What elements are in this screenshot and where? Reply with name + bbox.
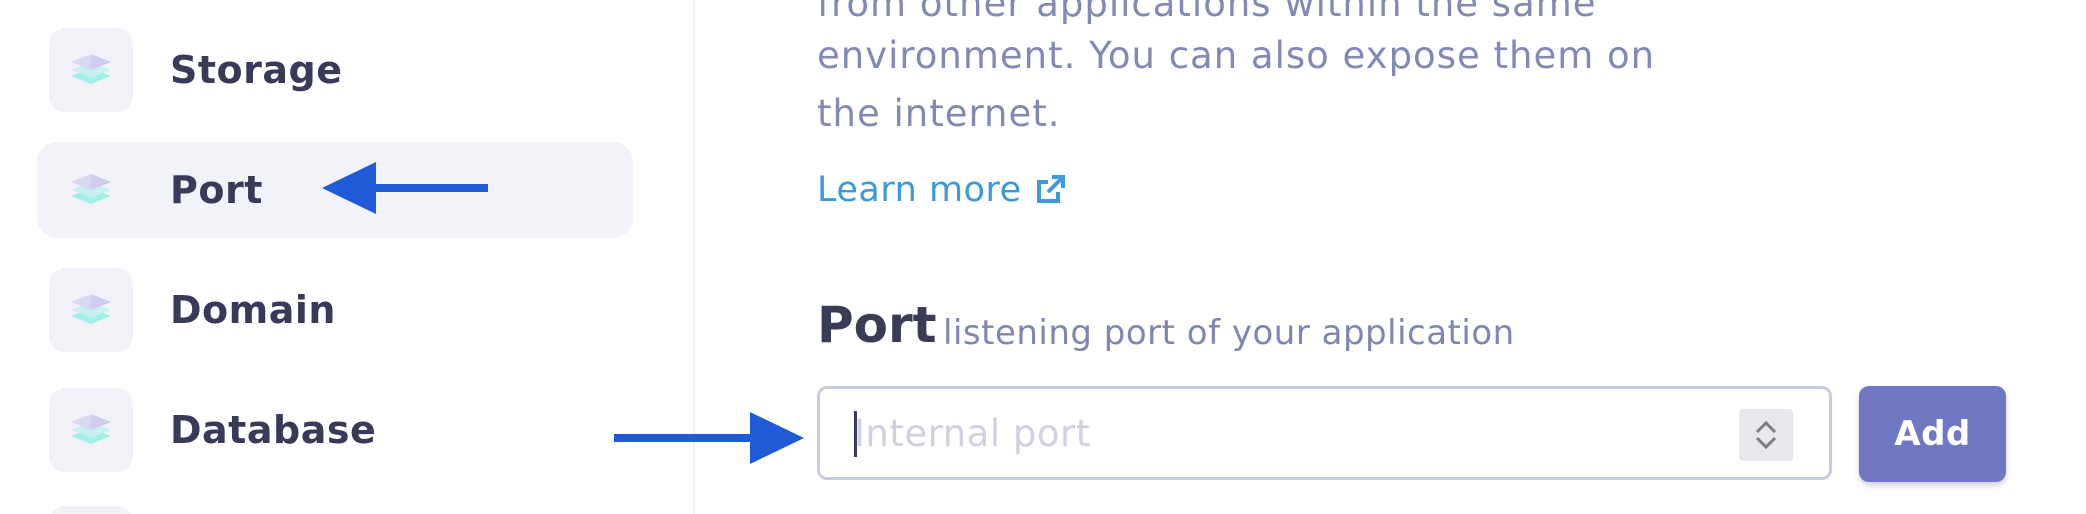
port-section-subtitle: listening port of your application	[943, 313, 1515, 353]
add-port-button[interactable]: Add	[1859, 386, 2006, 482]
sidebar-item-label: Port	[170, 168, 263, 212]
layers-icon	[49, 268, 133, 352]
port-section-title: Port	[817, 296, 937, 354]
external-link-icon	[1036, 175, 1065, 203]
sidebar: Storage Port Domain Database	[0, 0, 695, 514]
chevron-up-icon[interactable]	[1754, 419, 1778, 435]
description-line: the internet.	[817, 92, 1061, 135]
port-stepper[interactable]	[1739, 409, 1793, 461]
description-line: environment. You can also expose them on	[817, 34, 1656, 77]
main-panel: from other applications within the same …	[695, 0, 2086, 514]
sidebar-item-label: Domain	[170, 288, 336, 332]
layers-icon	[49, 388, 133, 472]
sidebar-item-domain[interactable]: Domain	[37, 262, 633, 358]
description-line: from other applications within the same	[817, 0, 1597, 25]
port-input-container	[817, 386, 1832, 480]
sidebar-item-database[interactable]: Database	[37, 382, 633, 478]
sidebar-item-partial	[49, 506, 133, 514]
layers-icon	[49, 28, 133, 112]
sidebar-item-storage[interactable]: Storage	[37, 22, 633, 118]
sidebar-item-label: Database	[170, 408, 377, 452]
sidebar-item-label: Storage	[170, 48, 343, 92]
internal-port-input[interactable]	[854, 403, 1754, 463]
learn-more-label: Learn more	[817, 170, 1022, 210]
learn-more-link[interactable]: Learn more	[817, 170, 1066, 210]
app-window: Storage Port Domain Database from other …	[0, 0, 2086, 514]
chevron-down-icon[interactable]	[1754, 435, 1778, 451]
annotation-arrow-left-icon	[322, 162, 488, 214]
layers-icon	[49, 148, 133, 232]
